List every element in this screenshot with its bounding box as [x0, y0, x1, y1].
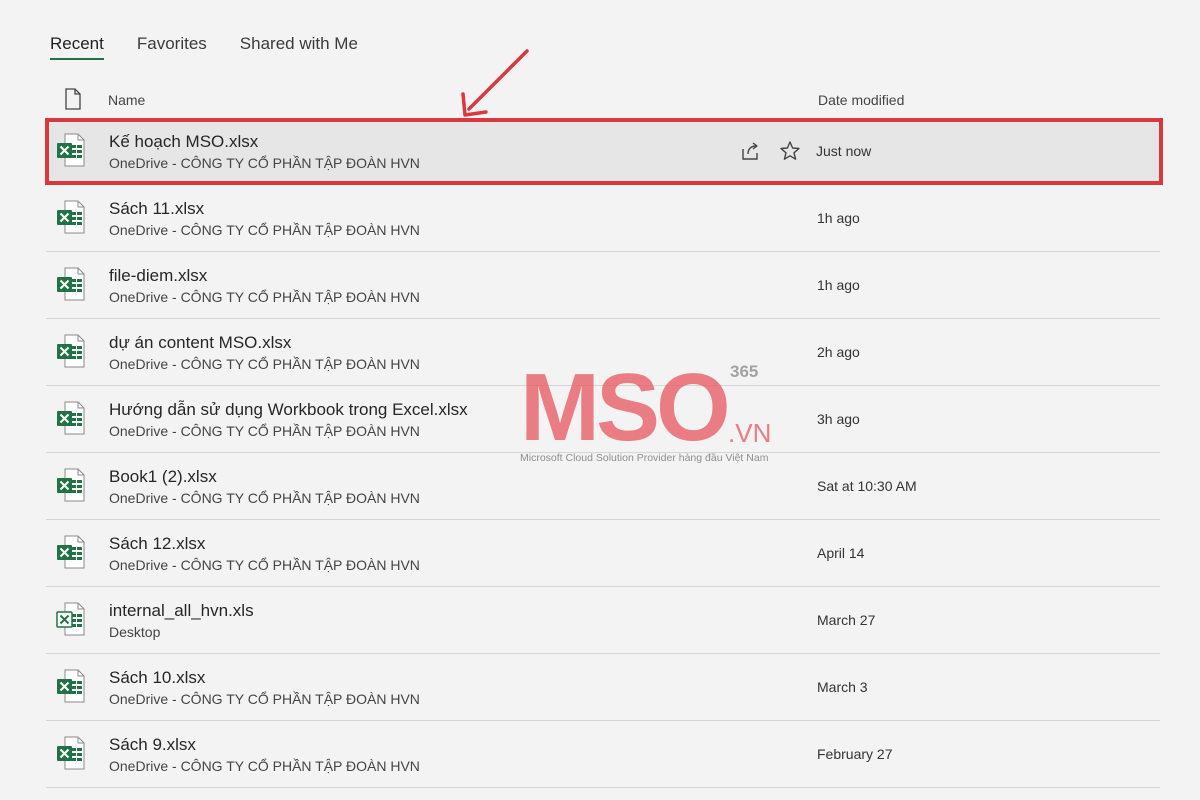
file-name: Book1 (2).xlsx	[109, 467, 217, 486]
tab-bar: Recent Favorites Shared with Me	[50, 34, 391, 60]
file-date-modified: 1h ago	[817, 277, 860, 293]
watermark-logo: MSO .VN 365 Microsoft Cloud Solution Pro…	[520, 354, 790, 470]
excel-file-icon	[56, 199, 86, 235]
file-row[interactable]: Sách 9.xlsx OneDrive - CÔNG TY CỔ PHẦN T…	[46, 721, 1160, 788]
excel-file-icon	[56, 266, 86, 302]
excel-file-icon	[56, 467, 86, 503]
file-name: dự án content MSO.xlsx	[109, 333, 292, 352]
file-date-modified: Sat at 10:30 AM	[817, 478, 917, 494]
tab-favorites[interactable]: Favorites	[137, 34, 207, 60]
file-location: OneDrive - CÔNG TY CỔ PHẦN TẬP ĐOÀN HVN	[109, 356, 420, 372]
star-icon[interactable]	[779, 140, 801, 162]
excel-file-icon	[56, 534, 86, 570]
file-date-modified: Just now	[816, 143, 872, 159]
file-name: Hướng dẫn sử dụng Workbook trong Excel.x…	[109, 400, 468, 419]
file-date-modified: February 27	[817, 746, 893, 762]
file-location: OneDrive - CÔNG TY CỔ PHẦN TẬP ĐOÀN HVN	[109, 490, 420, 506]
file-location: OneDrive - CÔNG TY CỔ PHẦN TẬP ĐOÀN HVN	[109, 423, 420, 439]
file-location: OneDrive - CÔNG TY CỔ PHẦN TẬP ĐOÀN HVN	[109, 557, 420, 573]
file-row[interactable]: Sách 10.xlsx OneDrive - CÔNG TY CỔ PHẦN …	[46, 654, 1160, 721]
watermark-365-badge: 365	[730, 362, 759, 381]
file-name: Sách 9.xlsx	[109, 735, 196, 754]
excel-file-icon	[56, 400, 86, 436]
excel-file-icon	[56, 132, 86, 168]
file-date-modified: 1h ago	[817, 210, 860, 226]
file-date-modified: 3h ago	[817, 411, 860, 427]
file-name: Sách 11.xlsx	[109, 199, 205, 218]
file-row[interactable]: internal_all_hvn.xls Desktop March 27	[46, 587, 1160, 654]
file-row[interactable]: file-diem.xlsx OneDrive - CÔNG TY CỔ PHẦ…	[46, 252, 1160, 319]
excel-file-icon	[56, 735, 86, 771]
file-row[interactable]: Kế hoạch MSO.xlsx OneDrive - CÔNG TY CỔ …	[45, 118, 1163, 185]
file-location: OneDrive - CÔNG TY CỔ PHẦN TẬP ĐOÀN HVN	[109, 222, 420, 238]
tab-shared-with-me[interactable]: Shared with Me	[240, 34, 358, 60]
file-date-modified: March 3	[817, 679, 868, 695]
document-icon	[65, 88, 81, 110]
file-location: Desktop	[109, 624, 161, 640]
file-name: internal_all_hvn.xls	[109, 601, 254, 620]
file-date-modified: 2h ago	[817, 344, 860, 360]
file-name: file-diem.xlsx	[109, 266, 208, 285]
file-location: OneDrive - CÔNG TY CỔ PHẦN TẬP ĐOÀN HVN	[109, 155, 420, 171]
file-row[interactable]: Sách 11.xlsx OneDrive - CÔNG TY CỔ PHẦN …	[46, 185, 1160, 252]
excel-file-icon	[56, 601, 86, 637]
file-name: Sách 10.xlsx	[109, 668, 206, 687]
column-header-date-modified[interactable]: Date modified	[818, 92, 904, 108]
file-date-modified: April 14	[817, 545, 865, 561]
file-name: Kế hoạch MSO.xlsx	[109, 132, 259, 151]
file-location: OneDrive - CÔNG TY CỔ PHẦN TẬP ĐOÀN HVN	[109, 758, 420, 774]
file-name: Sách 12.xlsx	[109, 534, 206, 553]
svg-text:.VN: .VN	[728, 418, 771, 448]
list-header: Name Date modified	[46, 84, 1160, 116]
file-date-modified: March 27	[817, 612, 876, 628]
file-row[interactable]: Sách 12.xlsx OneDrive - CÔNG TY CỔ PHẦN …	[46, 520, 1160, 587]
excel-file-icon	[56, 333, 86, 369]
file-location: OneDrive - CÔNG TY CỔ PHẦN TẬP ĐOÀN HVN	[109, 691, 420, 707]
watermark-tagline: Microsoft Cloud Solution Provider hàng đ…	[520, 452, 769, 464]
column-header-name[interactable]: Name	[108, 92, 145, 108]
excel-file-icon	[56, 668, 86, 704]
file-location: OneDrive - CÔNG TY CỔ PHẦN TẬP ĐOÀN HVN	[109, 289, 420, 305]
tab-recent[interactable]: Recent	[50, 34, 104, 60]
svg-text:MSO: MSO	[520, 360, 727, 450]
share-icon[interactable]	[739, 140, 761, 162]
row-actions	[739, 140, 801, 162]
